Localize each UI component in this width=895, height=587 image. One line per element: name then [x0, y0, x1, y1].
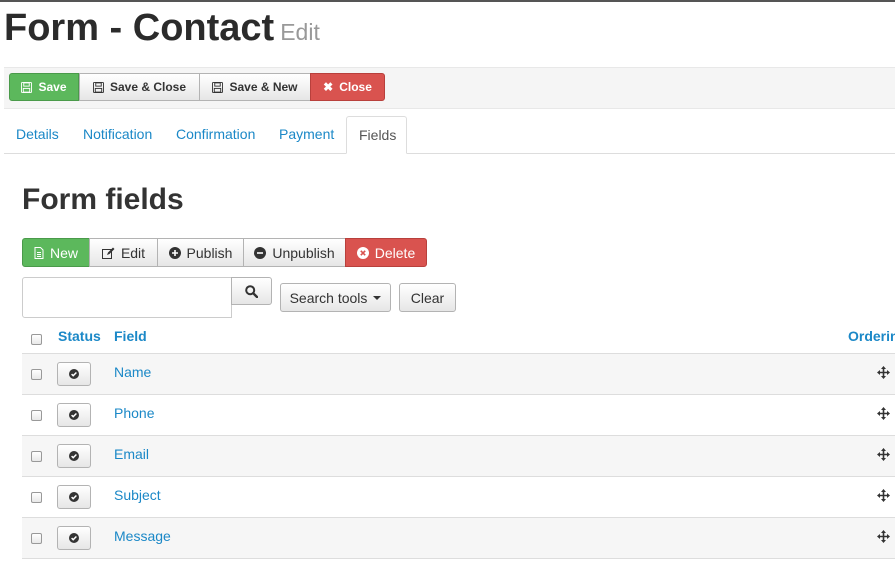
field-column-header[interactable]: Field — [114, 321, 147, 351]
edit-button[interactable]: Edit — [89, 238, 158, 267]
search-button[interactable] — [231, 277, 272, 305]
document-icon — [34, 246, 44, 259]
clear-label: Clear — [410, 289, 445, 306]
field-name-link[interactable]: Email — [114, 446, 149, 462]
new-label: New — [49, 244, 78, 261]
field-name-link[interactable]: Subject — [114, 487, 161, 503]
check-circle-icon — [69, 451, 79, 461]
save-and-close-label: Save & Close — [109, 80, 187, 94]
field-name-link[interactable]: Phone — [114, 405, 154, 421]
page-title: Form - Contact Edit — [4, 6, 320, 54]
clear-button[interactable]: Clear — [399, 283, 456, 312]
tab-fields[interactable]: Fields — [346, 116, 407, 154]
ordering-column-header[interactable]: Orderin — [848, 321, 895, 351]
unpublish-button[interactable]: Unpublish — [243, 238, 346, 267]
page-title-text: Form - Contact — [4, 7, 275, 49]
publish-label: Publish — [186, 244, 233, 261]
status-toggle-button[interactable] — [57, 362, 91, 386]
check-circle-icon — [69, 492, 79, 502]
search-icon — [245, 284, 258, 298]
publish-button[interactable]: Publish — [157, 238, 244, 267]
main-toolbar: Save Save & Close Save & New ✖ Close — [4, 67, 895, 109]
move-icon[interactable] — [877, 407, 890, 420]
chevron-down-icon — [373, 295, 382, 300]
select-all-checkbox[interactable] — [31, 334, 42, 345]
edit-label: Edit — [120, 244, 146, 261]
delete-label: Delete — [374, 244, 416, 261]
status-toggle-button[interactable] — [57, 403, 91, 427]
form-tabs: Details Notification Confirmation Paymen… — [4, 116, 895, 154]
top-border — [0, 0, 895, 2]
close-label: Close — [339, 80, 372, 94]
delete-button[interactable]: Delete — [345, 238, 427, 267]
minus-circle-icon — [254, 246, 267, 259]
save-button[interactable]: Save — [9, 73, 79, 101]
new-button[interactable]: New — [22, 238, 90, 267]
close-button[interactable]: ✖ Close — [310, 73, 385, 101]
row-checkbox[interactable] — [31, 451, 42, 462]
tab-payment[interactable]: Payment — [279, 116, 334, 153]
floppy-disk-icon — [212, 81, 224, 93]
status-toggle-button[interactable] — [57, 526, 91, 550]
table-row: Name — [22, 354, 895, 395]
tab-confirmation[interactable]: Confirmation — [176, 116, 255, 153]
move-icon[interactable] — [877, 530, 890, 543]
move-icon[interactable] — [877, 366, 890, 379]
row-checkbox[interactable] — [31, 369, 42, 380]
unpublish-label: Unpublish — [272, 244, 335, 261]
check-circle-icon — [69, 369, 79, 379]
x-icon: ✖ — [323, 80, 334, 94]
table-header: Status Field Orderin — [22, 321, 895, 354]
x-circle-icon — [356, 246, 369, 259]
search-input[interactable] — [22, 277, 232, 318]
plus-circle-icon — [168, 246, 181, 259]
table-row: Message — [22, 518, 895, 559]
move-icon[interactable] — [877, 489, 890, 502]
field-name-link[interactable]: Name — [114, 364, 151, 380]
tab-details[interactable]: Details — [16, 116, 59, 153]
page-subtitle: Edit — [280, 19, 320, 45]
status-toggle-button[interactable] — [57, 485, 91, 509]
search-tools-button[interactable]: Search tools — [280, 283, 391, 312]
status-column-header[interactable]: Status — [58, 321, 101, 351]
check-circle-icon — [69, 533, 79, 543]
row-checkbox[interactable] — [31, 410, 42, 421]
floppy-disk-icon — [92, 81, 104, 93]
save-and-new-button[interactable]: Save & New — [199, 73, 311, 101]
row-checkbox[interactable] — [31, 533, 42, 544]
table-row: Phone — [22, 395, 895, 436]
floppy-disk-icon — [21, 81, 33, 93]
tab-notification[interactable]: Notification — [83, 116, 152, 153]
save-and-close-button[interactable]: Save & Close — [79, 73, 200, 101]
table-row: Subject — [22, 477, 895, 518]
check-circle-icon — [69, 410, 79, 420]
field-name-link[interactable]: Message — [114, 528, 171, 544]
save-and-new-label: Save & New — [229, 80, 298, 94]
pencil-square-icon — [101, 247, 115, 259]
save-label: Save — [38, 80, 67, 94]
section-title: Form fields — [22, 183, 184, 216]
table-row: Email — [22, 436, 895, 477]
move-icon[interactable] — [877, 448, 890, 461]
row-checkbox[interactable] — [31, 492, 42, 503]
search-tools-label: Search tools — [289, 289, 368, 306]
status-toggle-button[interactable] — [57, 444, 91, 468]
